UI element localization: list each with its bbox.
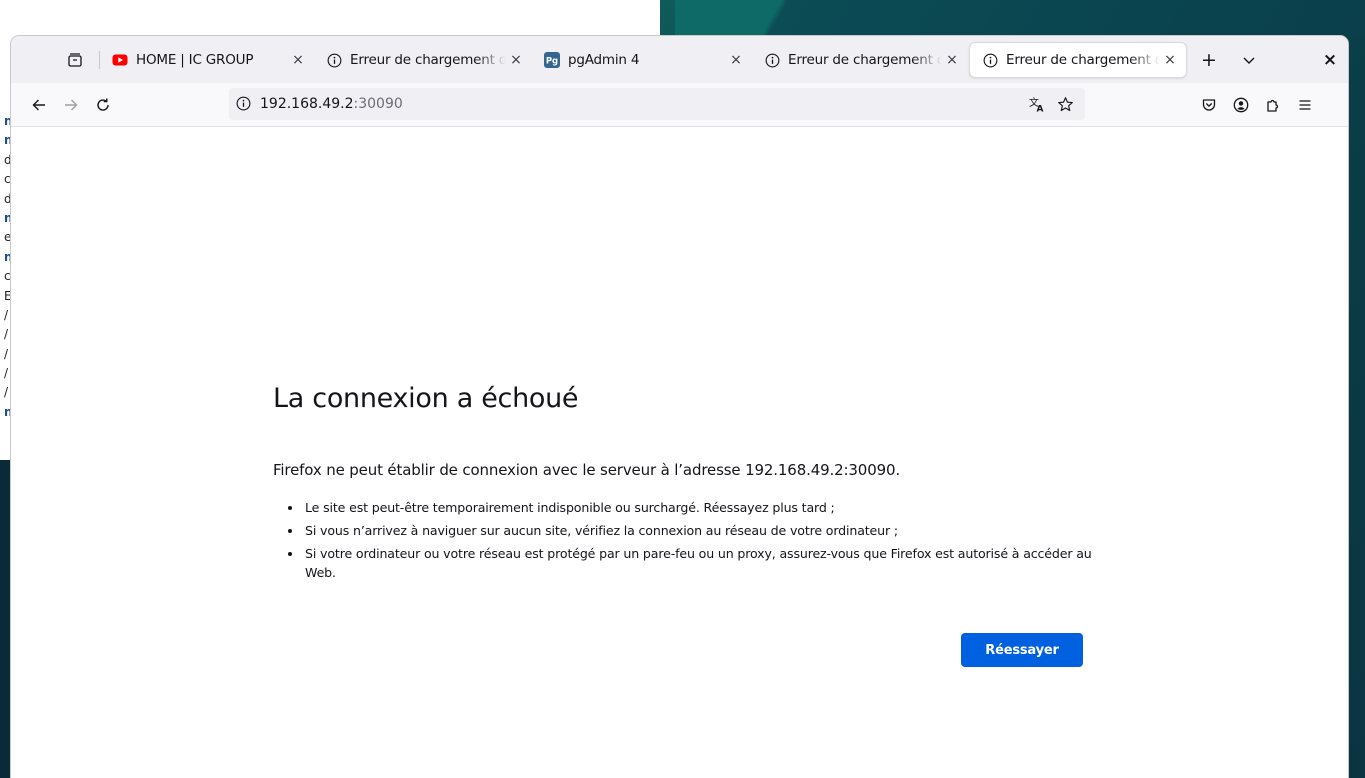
tab-title: Erreur de chargement de la page: [350, 52, 506, 68]
translate-icon[interactable]: 文A: [1027, 94, 1047, 114]
pocket-icon: [1202, 99, 1216, 111]
window-close-button[interactable]: ×: [1318, 48, 1342, 72]
tab-close-button[interactable]: ×: [288, 52, 308, 68]
retry-button[interactable]: Réessayer: [961, 633, 1083, 667]
tab-load-error-2[interactable]: Erreur de chargement de la page ×: [752, 43, 968, 77]
tab-title: pgAdmin 4: [568, 52, 640, 68]
error-suggestion-list: Le site est peut-être temporairement ind…: [289, 498, 1123, 586]
new-tab-button[interactable]: +: [1197, 48, 1221, 72]
forward-arrow-icon: [65, 99, 78, 111]
tab-bar: HOME | IC GROUP × Erreur de chargement d…: [11, 36, 1348, 83]
list-item: Le site est peut-être temporairement ind…: [303, 498, 1123, 517]
youtube-icon: [112, 52, 128, 68]
desktop-wallpaper-band: [675, 0, 1365, 36]
page-content: La connexion a échoué Firefox ne peut ét…: [11, 127, 1348, 778]
back-arrow-icon: [32, 99, 45, 111]
hamburger-menu-icon: [1299, 100, 1311, 110]
bookmark-star-icon[interactable]: [1055, 94, 1075, 114]
info-icon: [326, 52, 342, 68]
tab-load-error-1[interactable]: Erreur de chargement de la page ×: [314, 43, 532, 77]
back-button[interactable]: [25, 91, 53, 119]
info-icon: [764, 52, 780, 68]
tab-close-button[interactable]: ×: [942, 52, 962, 68]
navigation-bar: 192.168.49.2:30090 文A: [11, 83, 1348, 127]
background-window-edge-dark: [0, 460, 11, 778]
tab-title: HOME | IC GROUP: [136, 52, 254, 68]
tab-list-svg: [68, 53, 82, 67]
url-host: 192.168.49.2: [260, 96, 354, 112]
site-info-icon[interactable]: [236, 96, 252, 112]
extensions-button[interactable]: [1259, 91, 1287, 119]
list-item: Si votre ordinateur ou votre réseau est …: [303, 544, 1123, 582]
url-text[interactable]: 192.168.49.2:30090: [260, 96, 403, 112]
pocket-button[interactable]: [1195, 91, 1223, 119]
puzzle-icon: [1267, 99, 1279, 112]
error-description: Firefox ne peut établir de connexion ave…: [273, 461, 901, 479]
tab-close-button[interactable]: ×: [1160, 52, 1180, 68]
app-menu-button[interactable]: [1291, 91, 1319, 119]
tab-pgadmin[interactable]: Pg pgAdmin 4 ×: [532, 43, 752, 77]
list-item: Si vous n’arrivez à naviguer sur aucun s…: [303, 521, 1123, 540]
tab-home-ic-group[interactable]: HOME | IC GROUP ×: [100, 43, 314, 77]
account-button[interactable]: [1227, 91, 1255, 119]
tab-title: Erreur de chargement de la page: [788, 52, 942, 68]
page-title: La connexion a échoué: [273, 383, 579, 414]
url-bar[interactable]: 192.168.49.2:30090 文A: [229, 88, 1085, 120]
url-port: :30090: [353, 96, 403, 112]
tab-list-icon[interactable]: [63, 48, 87, 72]
firefox-window: HOME | IC GROUP × Erreur de chargement d…: [11, 36, 1348, 778]
info-icon: [982, 52, 998, 68]
tab-close-button[interactable]: ×: [726, 52, 746, 68]
reload-icon: [97, 98, 109, 111]
account-icon: [1233, 97, 1249, 113]
pgadmin-icon: Pg: [544, 52, 560, 68]
tab-overflow-chevron-down-icon[interactable]: [1237, 48, 1261, 72]
svg-text:A: A: [1037, 105, 1044, 114]
reload-button[interactable]: [89, 91, 117, 119]
svg-text:Pg: Pg: [546, 57, 558, 67]
tab-load-error-active[interactable]: Erreur de chargement de la page ×: [970, 43, 1186, 77]
tab-title: Erreur de chargement de la page: [1006, 52, 1160, 68]
forward-button[interactable]: [57, 91, 85, 119]
tab-close-button[interactable]: ×: [506, 52, 526, 68]
